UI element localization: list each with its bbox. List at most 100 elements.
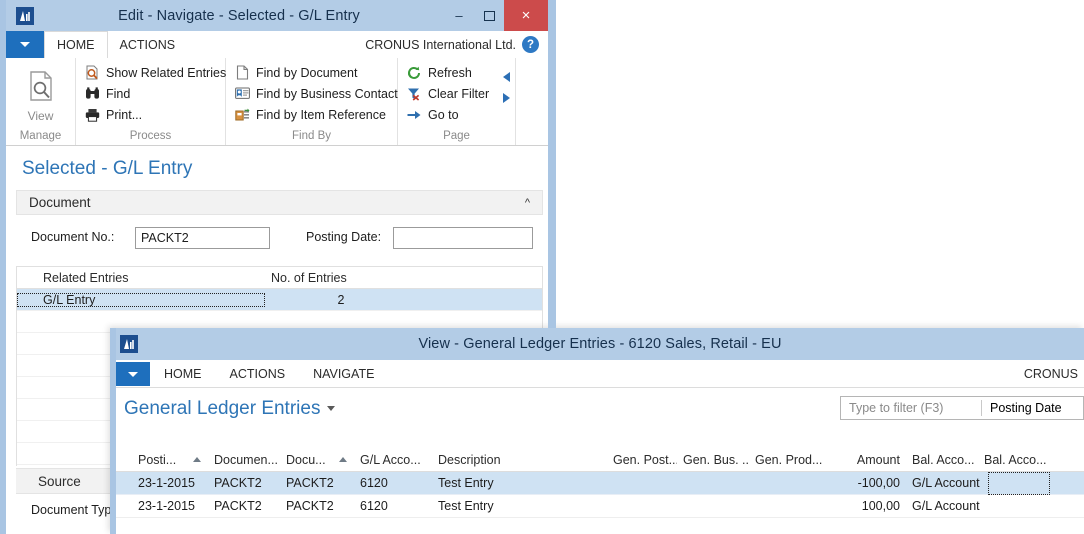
ribbon-group-spacer [516,58,548,145]
cell-related-entry[interactable]: G/L Entry [17,292,265,307]
gl-app-menu-button[interactable] [116,362,150,386]
cell-document-no-2[interactable]: PACKT2 [280,499,354,513]
table-row[interactable]: 23-1-2015 PACKT2 PACKT2 6120 Test Entry … [116,471,1084,495]
cell-bal-account-type[interactable]: G/L Account [906,476,988,490]
column-label: Posti... [138,452,177,467]
document-no-label: Document No.: [31,230,115,244]
print-button[interactable]: Print... [84,104,217,125]
navigate-titlebar[interactable]: Edit - Navigate - Selected - G/L Entry –… [6,0,548,31]
tab-actions[interactable]: ACTIONS [108,31,188,58]
print-label: Print... [106,107,143,122]
general-ledger-entries-window: View - General Ledger Entries - 6120 Sal… [110,328,1084,534]
refresh-label: Refresh [428,65,472,80]
ribbon-group-manage: View Manage [6,58,76,145]
find-by-document-button[interactable]: Find by Document [234,62,389,83]
find-button[interactable]: Find [84,83,217,104]
cell-description[interactable]: Test Entry [432,476,607,490]
gl-page-title-text: General Ledger Entries [124,398,336,420]
search-input[interactable]: Type to filter (F3) [841,397,981,419]
column-header-gen-prod-posting-group[interactable]: Gen. Prod... [749,453,824,467]
item-reference-icon [234,107,250,123]
cell-gl-account[interactable]: 6120 [354,476,432,490]
find-by-business-contact-button[interactable]: Find by Business Contact [234,83,398,104]
ribbon-group-page: Refresh Clear Filter Go to Page [398,58,516,145]
column-header-related-entries[interactable]: Related Entries [17,271,265,285]
gl-ribbon-tabs: HOME ACTIONS NAVIGATE CRONUS [116,360,1084,388]
refresh-button[interactable]: Refresh [406,62,489,83]
find-by-item-reference-button[interactable]: Find by Item Reference [234,104,389,125]
column-header-no-of-entries[interactable]: No. of Entries [265,271,445,285]
tab-home[interactable]: HOME [44,31,108,58]
column-header-description[interactable]: Description [432,453,607,467]
binoculars-icon [84,86,100,102]
ribbon-group-label-manage: Manage [19,130,62,142]
column-header-bal-account-no[interactable]: Bal. Acco... [978,453,1050,467]
chevron-up-icon[interactable]: ^ [525,197,530,209]
gl-window-title: View - General Ledger Entries - 6120 Sal… [418,336,782,352]
view-button[interactable]: View [10,68,72,123]
column-header-amount[interactable]: Amount [824,453,906,467]
minimize-button[interactable]: – [444,0,474,31]
column-header-posting-date[interactable]: Posti... [116,453,186,467]
findby-items: Find by Document Find by Business Contac… [226,62,398,125]
cell-bal-account-type[interactable]: G/L Account [906,499,988,513]
previous-arrow-icon[interactable] [503,66,511,87]
next-arrow-icon[interactable] [503,87,511,108]
table-row[interactable]: G/L Entry 2 [17,289,542,311]
company-name: CRONUS International Ltd. [365,37,516,52]
show-related-entries-button[interactable]: Show Related Entries [84,62,226,83]
close-button[interactable]: × [504,0,548,31]
gl-tab-actions[interactable]: ACTIONS [216,360,300,387]
maximize-button[interactable] [474,0,504,31]
view-button-label: View [27,109,54,123]
go-to-label: Go to [428,107,459,122]
navigate-ribbon-body: View Manage Show Related Entries Find Pr… [6,58,548,146]
chevron-down-icon [20,42,30,47]
cell-no-of-entries[interactable]: 2 [265,293,417,307]
go-to-button[interactable]: Go to [406,104,489,125]
cell-document-no[interactable]: PACKT2 [208,499,280,513]
ribbon-group-findby: Find by Document Find by Business Contac… [226,58,398,145]
cell-posting-date[interactable]: 23-1-2015 [116,499,208,513]
sort-indicator-posting-date [186,457,208,462]
cell-amount[interactable]: -100,00 [824,476,906,490]
gl-grid-header: Posti... Documen... Docu... G/L Acco... … [116,448,1084,472]
clear-filter-button[interactable]: Clear Filter [406,83,489,104]
column-header-gl-account[interactable]: G/L Acco... [354,453,432,467]
gl-tab-navigate[interactable]: NAVIGATE [299,360,388,387]
cell-description[interactable]: Test Entry [432,499,607,513]
navigate-window-title: Edit - Navigate - Selected - G/L Entry [118,7,360,24]
table-row[interactable]: 23-1-2015 PACKT2 PACKT2 6120 Test Entry … [116,495,1084,518]
filter-field-name[interactable]: Posting Date [982,397,1070,419]
document-fastgroup-header[interactable]: Document ^ [16,190,543,215]
arrow-right-icon [406,107,422,123]
column-header-document-no[interactable]: Documen... [208,453,280,467]
ribbon-group-process: Show Related Entries Find Print... Proce… [76,58,226,145]
related-entries-icon [84,65,100,81]
column-header-bal-account-type[interactable]: Bal. Acco... [906,453,978,467]
cell-document-no-2[interactable]: PACKT2 [280,476,354,490]
help-icon[interactable]: ? [522,36,539,53]
cell-posting-date[interactable]: 23-1-2015 [116,476,208,490]
document-no-field-row: Document No.: PACKT2 Posting Date: [31,227,533,249]
filter-box[interactable]: Type to filter (F3) Posting Date [840,396,1084,420]
refresh-icon [406,65,422,81]
cell-amount[interactable]: 100,00 [824,499,906,513]
app-menu-button[interactable] [6,31,44,58]
cell-gl-account[interactable]: 6120 [354,499,432,513]
clear-filter-label: Clear Filter [428,86,490,101]
column-header-gen-bus-posting-group[interactable]: Gen. Bus. ... [677,453,749,467]
chevron-down-icon[interactable] [327,406,336,412]
document-no-input[interactable]: PACKT2 [135,227,270,249]
column-header-gen-posting-type[interactable]: Gen. Post... [607,453,677,467]
document-type-label: Document Typ [31,503,112,517]
gl-titlebar[interactable]: View - General Ledger Entries - 6120 Sal… [116,328,1084,360]
find-by-document-label: Find by Document [256,65,358,80]
cell-document-no[interactable]: PACKT2 [208,476,280,490]
posting-date-input[interactable] [393,227,533,249]
gl-tab-home[interactable]: HOME [150,360,216,387]
cell-bal-account-no[interactable] [988,471,1050,495]
window-controls: – × [444,0,548,31]
process-items: Show Related Entries Find Print... [76,62,226,125]
column-header-document-no-2[interactable]: Docu... [280,453,332,467]
